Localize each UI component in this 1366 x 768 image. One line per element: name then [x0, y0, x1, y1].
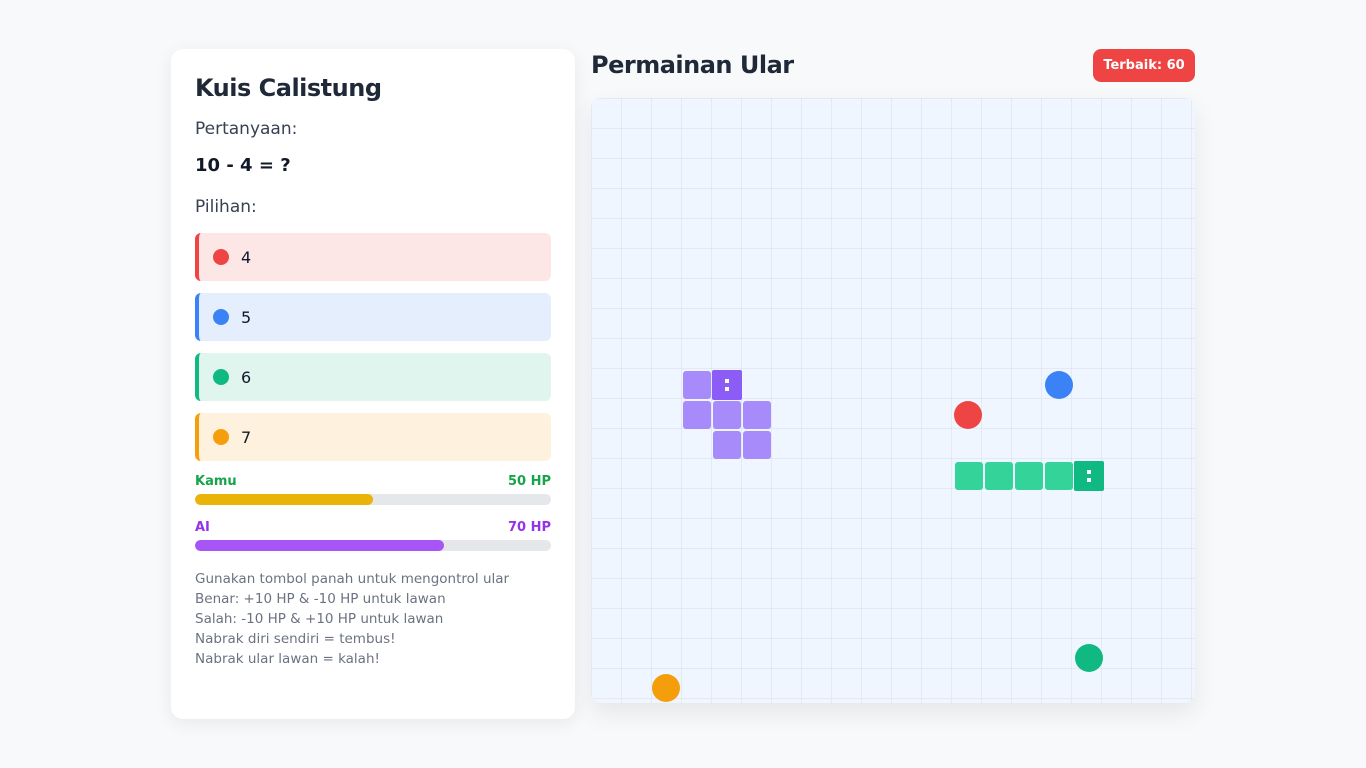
- instruction-line: Salah: -10 HP & +10 HP untuk lawan: [195, 611, 444, 627]
- option-value: 7: [241, 427, 252, 447]
- ai-snake-segment: [743, 431, 771, 459]
- orange-fruit: [652, 674, 680, 702]
- ai-snake-segment: [743, 401, 771, 429]
- quiz-panel: Kuis Calistung Pertanyaan: 10 - 4 = ? Pi…: [171, 49, 575, 719]
- red-dot-icon: [213, 249, 229, 265]
- player-snake-head: [1074, 461, 1104, 491]
- options-list: 4 5 6 7: [195, 233, 551, 461]
- snake-eye-icon: [725, 379, 729, 383]
- option-green[interactable]: 6: [195, 353, 551, 401]
- blue-fruit: [1045, 371, 1073, 399]
- ai-name: AI: [195, 520, 210, 535]
- ai-snake-head: [712, 370, 742, 400]
- hp-section: Kamu 50 HP AI 70 HP: [195, 473, 551, 551]
- option-orange[interactable]: 7: [195, 413, 551, 461]
- options-label: Pilihan:: [195, 197, 257, 217]
- player-hp-track: [195, 494, 551, 505]
- ai-hp-fill: [195, 540, 445, 551]
- green-dot-icon: [213, 369, 229, 385]
- instruction-line: Benar: +10 HP & -10 HP untuk lawan: [195, 591, 446, 607]
- ai-snake-segment: [713, 401, 741, 429]
- ai-hp-text: 70 HP: [507, 520, 551, 535]
- ai-snake-segment: [713, 431, 741, 459]
- instruction-line: Nabrak diri sendiri = tembus!: [195, 631, 396, 647]
- red-fruit: [954, 401, 982, 429]
- ai-snake-segment: [683, 371, 711, 399]
- snake-eye-icon: [1087, 470, 1091, 474]
- orange-dot-icon: [213, 429, 229, 445]
- snake-eye-icon: [725, 387, 729, 391]
- ai-hp: AI 70 HP: [195, 519, 551, 551]
- player-hp: Kamu 50 HP: [195, 473, 551, 505]
- player-snake-segment: [985, 462, 1013, 490]
- option-red[interactable]: 4: [195, 233, 551, 281]
- player-hp-text: 50 HP: [507, 474, 551, 489]
- option-value: 6: [241, 367, 252, 387]
- instructions: Gunakan tombol panah untuk mengontrol ul…: [195, 569, 551, 669]
- snake-eye-icon: [1087, 478, 1091, 482]
- ai-snake-segment: [683, 401, 711, 429]
- option-value: 4: [241, 247, 252, 267]
- question-label: Pertanyaan:: [195, 119, 298, 139]
- player-name: Kamu: [195, 474, 237, 489]
- player-snake-segment: [955, 462, 983, 490]
- ai-hp-track: [195, 540, 551, 551]
- green-fruit: [1075, 644, 1103, 672]
- player-snake-segment: [1015, 462, 1043, 490]
- option-blue[interactable]: 5: [195, 293, 551, 341]
- instruction-line: Gunakan tombol panah untuk mengontrol ul…: [195, 571, 510, 587]
- game-board[interactable]: [591, 98, 1195, 703]
- player-snake-segment: [1045, 462, 1073, 490]
- question-text: 10 - 4 = ?: [195, 155, 291, 176]
- game-title: Permainan Ular: [591, 51, 794, 79]
- quiz-title: Kuis Calistung: [195, 74, 382, 102]
- option-value: 5: [241, 307, 252, 327]
- best-score-badge: Terbaik: 60: [1093, 49, 1195, 82]
- blue-dot-icon: [213, 309, 229, 325]
- instruction-line: Nabrak ular lawan = kalah!: [195, 651, 380, 667]
- player-hp-fill: [195, 494, 373, 505]
